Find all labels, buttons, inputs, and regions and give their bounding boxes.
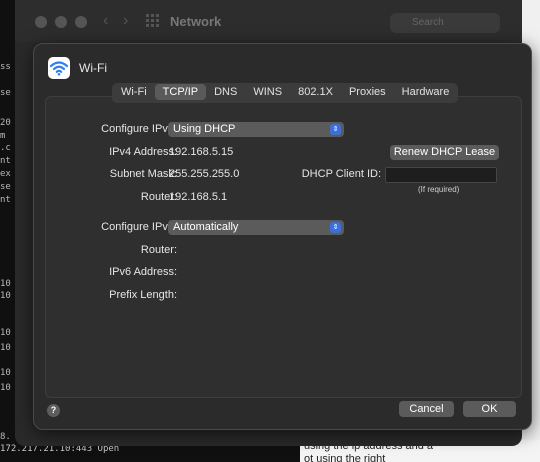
- terminal-line: 8.: [0, 432, 11, 442]
- minimize-window-button[interactable]: [55, 16, 67, 28]
- cancel-button[interactable]: Cancel: [399, 401, 454, 417]
- terminal-line: ss: [0, 62, 11, 72]
- zoom-window-button[interactable]: [75, 16, 87, 28]
- terminal-line: m: [0, 131, 6, 141]
- tab-bar: Wi-Fi TCP/IP DNS WINS 802.1X Proxies Hardware: [112, 83, 459, 103]
- ipv4-router-value: 192.168.5.1: [169, 191, 228, 203]
- help-button[interactable]: ?: [47, 404, 60, 417]
- terminal-line: 10: [0, 343, 11, 353]
- title-bar: ‹ › Network Search: [15, 0, 522, 42]
- ok-button[interactable]: OK: [463, 401, 516, 417]
- chevron-updown-icon: ⇕: [330, 222, 341, 233]
- back-arrow-icon[interactable]: ‹: [103, 12, 108, 30]
- dhcp-client-id-field[interactable]: [385, 167, 497, 183]
- if-required-note: (If required): [418, 185, 460, 194]
- terminal-line: 10: [0, 279, 11, 289]
- tab-tcp-ip[interactable]: TCP/IP: [154, 84, 207, 100]
- tab-802-1x[interactable]: 802.1X: [290, 84, 341, 100]
- terminal-line: 10: [0, 368, 11, 378]
- configure-ipv6-value: Automatically: [173, 221, 239, 233]
- wifi-icon: [48, 57, 70, 79]
- close-window-button[interactable]: [35, 16, 47, 28]
- tab-hardware[interactable]: Hardware: [394, 84, 458, 100]
- tab-dns[interactable]: DNS: [206, 84, 245, 100]
- terminal-line: 20: [0, 118, 11, 128]
- interface-name: Wi-Fi: [79, 61, 107, 75]
- ipv4-address-value: 192.168.5.15: [169, 146, 234, 158]
- ipv6-router-label: Router:: [140, 244, 177, 256]
- terminal-line: nt: [0, 195, 11, 205]
- configure-ipv4-value: Using DHCP: [173, 123, 236, 135]
- search-field[interactable]: Search: [390, 13, 500, 33]
- terminal-line: 10: [0, 328, 11, 338]
- terminal-line: ex: [0, 169, 11, 179]
- configure-ipv4-select[interactable]: Using DHCP ⇕: [168, 122, 344, 137]
- terminal-line: 10: [0, 291, 11, 301]
- window-title: Network: [170, 14, 222, 29]
- terminal-line: nt: [0, 156, 11, 166]
- ipv4-address-label: IPv4 Address:: [109, 146, 177, 158]
- dhcp-client-id-label: DHCP Client ID:: [301, 168, 381, 180]
- prefix-length-label: Prefix Length:: [109, 289, 177, 301]
- terminal-line: se: [0, 88, 11, 98]
- wifi-advanced-sheet: Wi-Fi Configure IPv4: Using DHCP ⇕ IPv4 …: [33, 43, 532, 430]
- subnet-mask-label: Subnet Mask:: [109, 168, 177, 180]
- network-window: ‹ › Network Search Wi-Fi Configure IPv4:…: [15, 0, 532, 446]
- configure-ipv6-select[interactable]: Automatically ⇕: [168, 220, 344, 235]
- ipv6-address-label: IPv6 Address:: [109, 266, 177, 278]
- forward-arrow-icon[interactable]: ›: [123, 12, 128, 30]
- show-all-grid-icon[interactable]: [146, 14, 160, 28]
- tab-wins[interactable]: WINS: [245, 84, 290, 100]
- configure-ipv6-label: Configure IPv6:: [101, 221, 177, 233]
- doc-line-2: ot using the right: [304, 453, 386, 462]
- chevron-updown-icon: ⇕: [330, 124, 341, 135]
- tcpip-panel: Configure IPv4: Using DHCP ⇕ IPv4 Addres…: [45, 96, 522, 398]
- terminal-line: se: [0, 182, 11, 192]
- subnet-mask-value: 255.255.255.0: [169, 168, 240, 180]
- tab-proxies[interactable]: Proxies: [341, 84, 394, 100]
- configure-ipv4-label: Configure IPv4:: [101, 123, 177, 135]
- terminal-line: 10: [0, 383, 11, 393]
- terminal-line: .c: [0, 143, 11, 153]
- renew-dhcp-lease-button[interactable]: Renew DHCP Lease: [390, 145, 499, 160]
- tab-wi-fi[interactable]: Wi-Fi: [113, 84, 155, 100]
